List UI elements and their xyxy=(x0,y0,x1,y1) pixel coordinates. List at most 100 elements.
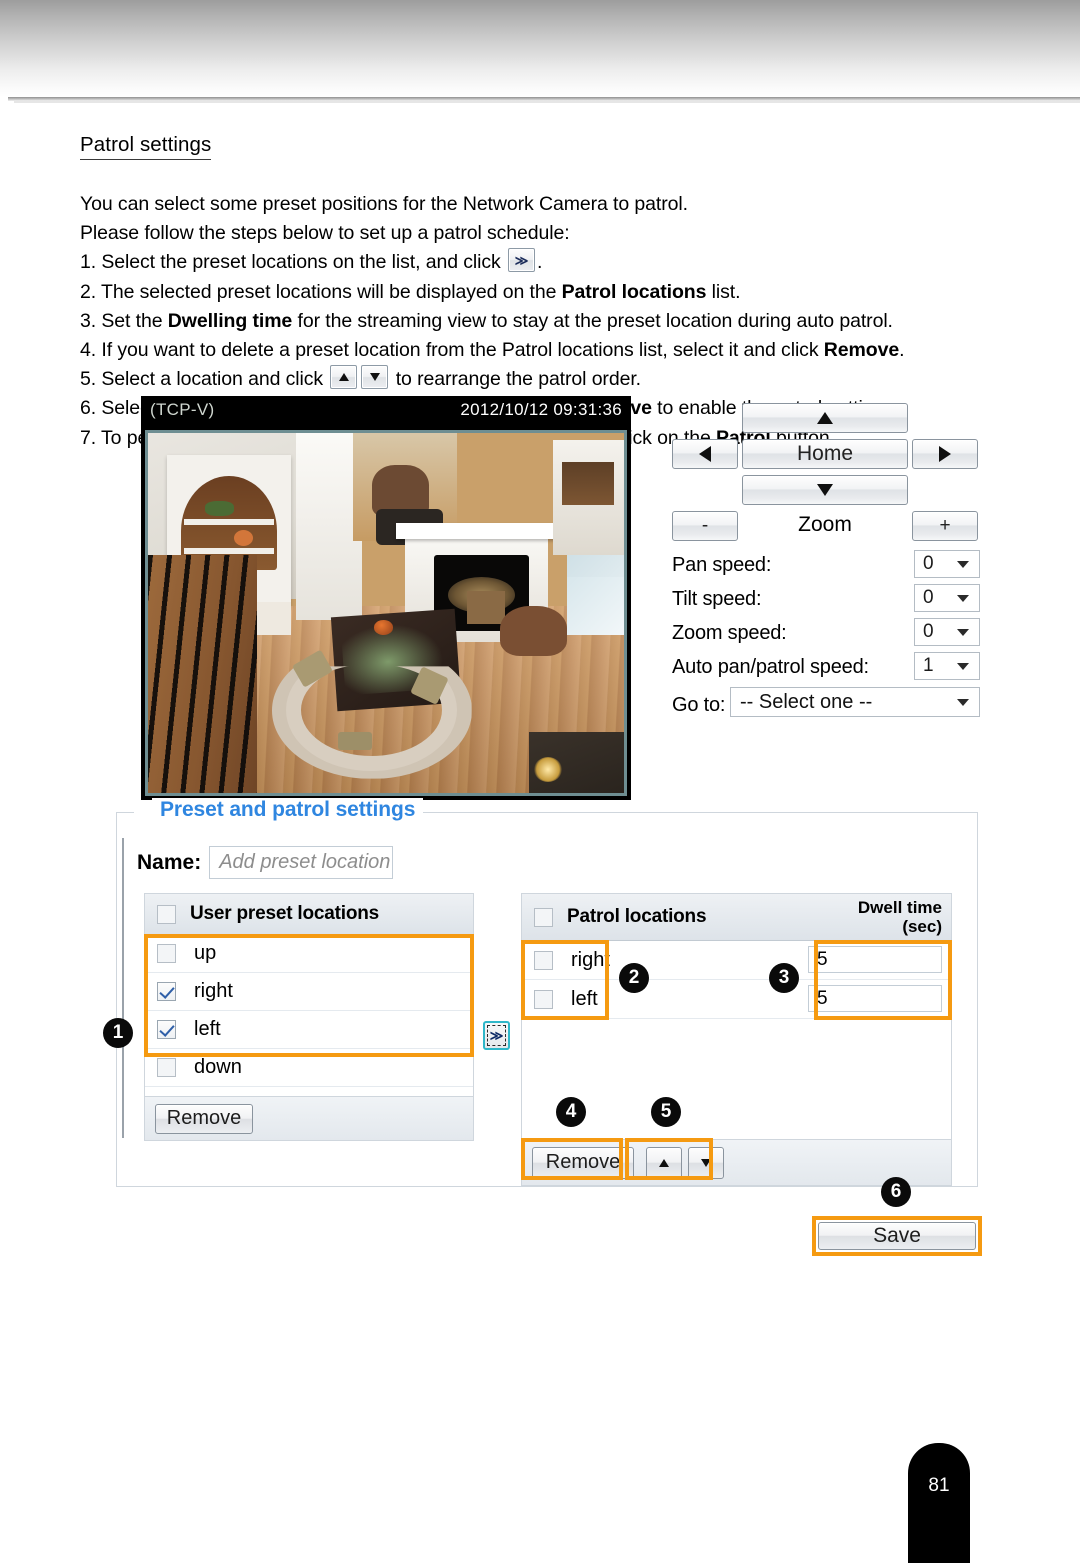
user-preset-checkbox-right[interactable] xyxy=(157,982,176,1001)
auto-pan-speed-label: Auto pan/patrol speed: xyxy=(672,655,869,678)
table-row[interactable]: left 5 xyxy=(522,980,951,1019)
step-4-text-a: 4. If you want to delete a preset locati… xyxy=(80,339,824,362)
callout-badge-4: 4 xyxy=(556,1097,586,1127)
callout-badge-2: 2 xyxy=(619,963,649,993)
live-video-panel[interactable]: (TCP-V) 2012/10/12 09:31:36 xyxy=(141,396,631,800)
pan-speed-label: Pan speed: xyxy=(672,553,772,576)
callout-1-leader xyxy=(122,838,124,1138)
user-preset-label-left: left xyxy=(194,1018,221,1040)
callout-badge-5: 5 xyxy=(651,1097,681,1127)
step-5: 5. Select a location and click to rearra… xyxy=(80,365,1010,394)
move-down-icon xyxy=(361,365,389,390)
preset-name-label: Name: xyxy=(137,850,202,874)
scene-shelf-2 xyxy=(183,548,275,554)
pan-right-button[interactable] xyxy=(912,439,978,469)
osd-timestamp: 2012/10/12 09:31:36 xyxy=(460,400,622,419)
intro-line-2: Please follow the steps below to set up … xyxy=(80,222,570,245)
home-button[interactable]: Home xyxy=(742,439,908,469)
pan-down-button[interactable] xyxy=(742,475,908,505)
user-preset-footer: Remove xyxy=(144,1097,474,1141)
patrol-select-all-checkbox[interactable] xyxy=(534,907,553,927)
step-4-bold: Remove xyxy=(823,339,900,362)
patrol-locations-header-label: Patrol locations xyxy=(567,906,707,927)
page-title: Patrol settings xyxy=(80,132,212,160)
user-preset-checkbox-down[interactable] xyxy=(157,1058,176,1077)
table-row[interactable]: right 5 xyxy=(522,941,951,980)
list-item[interactable]: left xyxy=(145,1011,473,1049)
fieldset-legend: Preset and patrol settings xyxy=(152,798,424,822)
user-preset-checkbox-left[interactable] xyxy=(157,1020,176,1039)
zoom-in-button[interactable]: + xyxy=(912,511,978,541)
user-preset-checkbox-up[interactable] xyxy=(157,944,176,963)
zoom-label: Zoom xyxy=(798,513,852,536)
callout-badge-3: 3 xyxy=(769,963,799,993)
ptz-control-panel: Home - Zoom + Pan speed: 0 Tilt speed: 0… xyxy=(672,403,980,723)
transfer-icon: ≫ xyxy=(508,248,536,273)
video-osd-bar: (TCP-V) 2012/10/12 09:31:36 xyxy=(141,396,631,426)
pan-left-button[interactable] xyxy=(672,439,738,469)
dwell-time-header-line1: Dwell time xyxy=(857,898,942,917)
tilt-speed-label: Tilt speed: xyxy=(672,587,762,610)
step-5-text-b: to rearrange the patrol order. xyxy=(395,368,641,391)
zoom-out-button[interactable]: - xyxy=(672,511,738,541)
dwell-time-value-right: 5 xyxy=(817,948,828,970)
save-button[interactable]: Save xyxy=(818,1222,976,1250)
up-arrow-icon xyxy=(817,412,833,424)
scene-lamp-glow xyxy=(533,757,563,783)
patrol-label-right: right xyxy=(571,948,610,971)
pan-speed-select[interactable]: 0 xyxy=(914,550,980,578)
list-item[interactable]: right xyxy=(145,973,473,1011)
scene-right-armchair xyxy=(500,605,567,657)
goto-select[interactable]: -- Select one -- xyxy=(730,687,980,717)
patrol-checkbox-right[interactable] xyxy=(534,950,553,970)
transfer-to-patrol-button[interactable]: ≫ xyxy=(483,1021,510,1050)
dwell-time-input-left[interactable]: 5 xyxy=(808,985,942,1012)
step-3-text-a: 3. Set the xyxy=(80,309,168,332)
dwell-time-header: Dwell time (sec) xyxy=(858,898,942,936)
user-preset-header-label: User preset locations xyxy=(190,903,380,924)
fieldset-top-border-left xyxy=(116,812,134,813)
goto-label: Go to: xyxy=(672,693,726,716)
triangle-up-shape xyxy=(338,373,349,382)
pan-speed-row: Pan speed: 0 xyxy=(672,548,980,582)
auto-pan-speed-row: Auto pan/patrol speed: 1 xyxy=(672,650,980,684)
zoom-speed-select[interactable]: 0 xyxy=(914,618,980,646)
patrol-label-left: left xyxy=(571,987,598,1010)
step-4-text-b: . xyxy=(899,339,905,362)
callout-badge-1: 1 xyxy=(103,1018,133,1048)
step-2-bold: Patrol locations xyxy=(561,280,707,303)
up-arrow-icon xyxy=(659,1158,669,1167)
zoom-speed-label: Zoom speed: xyxy=(672,621,787,644)
user-preset-label-right: right xyxy=(194,980,233,1002)
tilt-speed-select[interactable]: 0 xyxy=(914,584,980,612)
zoom-speed-row: Zoom speed: 0 xyxy=(672,616,980,650)
page-number: 81 xyxy=(928,1475,950,1496)
patrol-move-down-button[interactable] xyxy=(688,1146,724,1179)
user-preset-select-all-checkbox[interactable] xyxy=(157,904,176,924)
step-2-text-b: list. xyxy=(706,280,741,303)
chevron-down-icon xyxy=(957,663,969,670)
user-preset-locations-listbox: User preset locations up right left down… xyxy=(144,893,474,1141)
scene-mantel xyxy=(395,523,558,540)
preset-name-input[interactable]: Add preset location xyxy=(209,846,394,879)
scene-shelf-1 xyxy=(183,519,275,526)
scene-lower-right-window xyxy=(566,577,624,635)
move-up-icon xyxy=(330,365,358,390)
user-preset-label-up: up xyxy=(194,942,217,964)
pan-up-button[interactable] xyxy=(742,403,908,433)
left-arrow-icon xyxy=(699,446,711,462)
dwell-time-input-right[interactable]: 5 xyxy=(808,946,942,973)
page-header-rule-secondary xyxy=(14,101,1080,103)
list-item[interactable]: up xyxy=(145,935,473,973)
auto-pan-speed-select[interactable]: 1 xyxy=(914,652,980,680)
video-stream-image[interactable] xyxy=(145,430,627,796)
page-number-tab: 81 xyxy=(908,1443,970,1563)
user-preset-remove-button[interactable]: Remove xyxy=(155,1103,253,1134)
patrol-checkbox-left[interactable] xyxy=(534,989,553,1009)
chevron-down-icon xyxy=(957,561,969,568)
patrol-move-up-button[interactable] xyxy=(646,1146,682,1179)
preset-name-placeholder: Add preset location xyxy=(219,851,391,873)
list-item[interactable]: down xyxy=(145,1049,473,1087)
patrol-remove-button[interactable]: Remove xyxy=(532,1146,634,1179)
right-arrow-icon xyxy=(939,446,951,462)
